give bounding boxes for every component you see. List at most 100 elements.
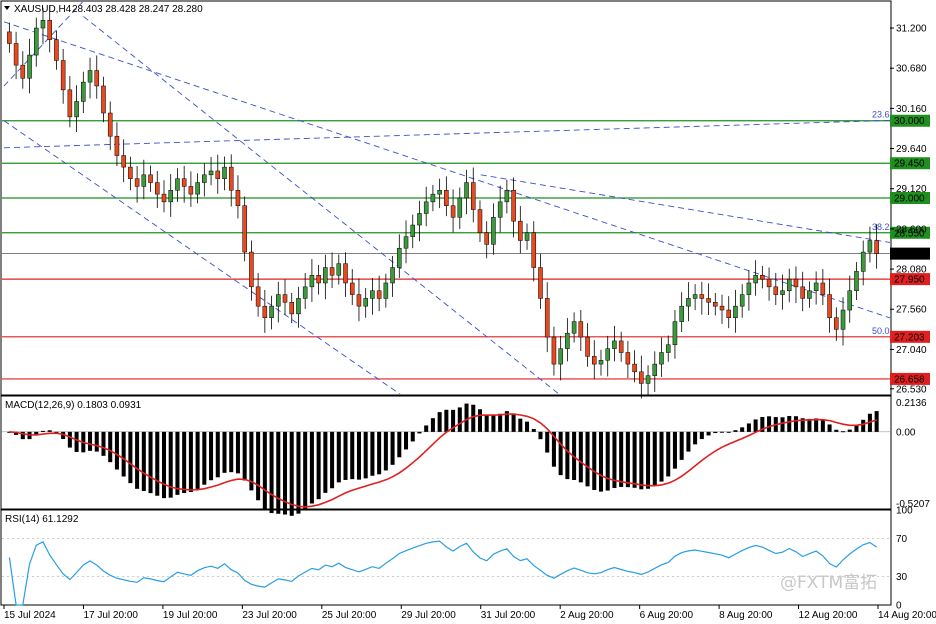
candle-body (343, 263, 348, 284)
macd-bar (699, 431, 704, 440)
candle-body (793, 278, 799, 288)
candle-body (558, 348, 563, 365)
candle-body (699, 294, 705, 299)
x-tick-label: 19 Jul 20:00 (163, 610, 218, 621)
candle-body (114, 135, 120, 156)
macd-bar (135, 431, 140, 489)
macd-bar (834, 429, 839, 432)
candle-body (827, 294, 832, 318)
candle-body (497, 201, 503, 218)
level-label-29.450: 29.450 (894, 159, 925, 170)
x-tick-label: 23 Jul 20:00 (242, 610, 297, 621)
price-tick-label: 28.080 (896, 265, 927, 276)
candle-body (874, 240, 879, 254)
candle-body (746, 282, 752, 295)
macd-bar (336, 431, 341, 483)
candle-body (733, 305, 738, 318)
candle-body (27, 54, 32, 79)
chart-ohlc: 28.403 28.428 28.247 28.280 (72, 4, 203, 15)
price-tick-label: 28.600 (896, 224, 927, 235)
candle-body (470, 182, 476, 210)
candle-body (854, 271, 859, 291)
candle-body (544, 298, 550, 338)
rsi-panel[interactable] (0, 509, 892, 606)
rsi-tick-label: 70 (896, 534, 908, 545)
candle-body (417, 213, 422, 226)
candle-body (679, 305, 684, 322)
macd-bar (101, 431, 106, 456)
candle-body (625, 352, 631, 365)
x-tick-label: 25 Jul 20:00 (322, 610, 377, 621)
macd-bar (303, 431, 308, 510)
macd-bar (619, 431, 624, 487)
macd-bar (67, 431, 72, 448)
candle-body (753, 275, 758, 284)
candle-body (81, 81, 86, 102)
candle-body (296, 298, 301, 315)
macd-bar (545, 431, 550, 453)
macd-bar (706, 431, 711, 436)
candle-body (356, 294, 362, 307)
candle-body (323, 267, 328, 284)
macd-bar (861, 419, 866, 432)
macd-tick-label: 0.2136 (896, 398, 927, 409)
macd-bar (397, 431, 402, 458)
candle-body (464, 182, 469, 199)
macd-bar (672, 431, 677, 469)
candle-body (87, 70, 93, 83)
macd-bar (175, 431, 180, 495)
macd-bar (88, 431, 93, 451)
macd-bar (296, 431, 301, 514)
candle-body (101, 85, 106, 114)
chart-canvas[interactable]: 30.00023.629.45029.00028.55038.227.95027… (0, 0, 936, 624)
macd-bar (121, 431, 126, 477)
macd-bar (235, 431, 240, 474)
candle-body (652, 363, 658, 376)
macd-bar (713, 431, 718, 434)
candle-body (807, 290, 812, 299)
macd-bar (222, 431, 227, 473)
candle-body (168, 190, 173, 203)
candle-body (33, 27, 39, 56)
current-price-label: 28.280 (894, 249, 925, 260)
candle-body (67, 89, 73, 118)
macd-bar (659, 431, 664, 482)
macd-bar (780, 417, 785, 432)
candle-body (686, 298, 691, 307)
candle-body (592, 356, 597, 365)
candle-body (860, 251, 866, 272)
candle-body (94, 70, 100, 87)
candle-body (524, 232, 530, 241)
macd-bar (793, 416, 798, 432)
macd-bar (827, 424, 832, 432)
macd-bar (108, 431, 113, 463)
candle-body (491, 217, 496, 245)
price-tick-label: 30.680 (896, 64, 927, 75)
macd-bar (410, 431, 415, 442)
macd-bar (477, 409, 482, 432)
macd-bar (733, 430, 738, 432)
candle-body (867, 240, 873, 253)
macd-bar (746, 423, 751, 432)
macd-bar (370, 431, 375, 476)
macd-bar (323, 431, 328, 493)
candle-body (249, 251, 254, 288)
candle-body (605, 348, 610, 361)
x-tick-label: 29 Jul 20:00 (401, 610, 456, 621)
candle-body (128, 166, 133, 179)
x-tick-label: 8 Aug 20:00 (719, 610, 773, 621)
price-tick-label: 29.120 (896, 184, 927, 195)
macd-bar (128, 431, 133, 484)
macd-bar (679, 431, 684, 460)
candle-body (276, 294, 281, 307)
candle-body (134, 178, 140, 187)
candle-body (316, 275, 321, 284)
candle-body (188, 186, 194, 195)
candle-body (363, 298, 368, 307)
candle-body (773, 286, 779, 295)
candle-body (585, 336, 590, 357)
macd-bar (511, 413, 516, 432)
macd-bar (47, 430, 52, 432)
level-label-27.203: 27.203 (894, 332, 925, 343)
candle-body (659, 352, 664, 365)
